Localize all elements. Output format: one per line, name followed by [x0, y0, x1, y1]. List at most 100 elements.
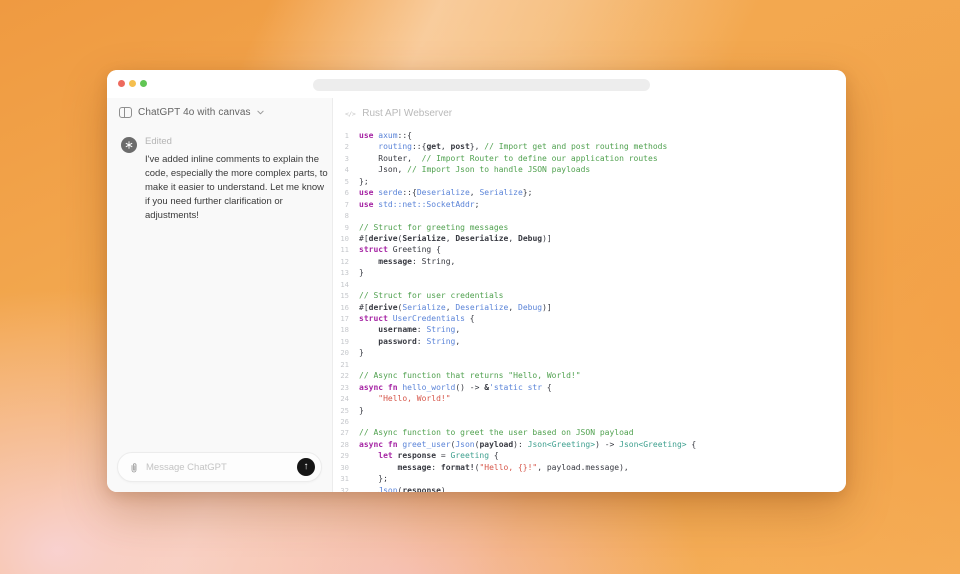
code-line: 22// Async function that returns "Hello,…	[333, 370, 846, 381]
line-number: 26	[333, 416, 359, 427]
code-line: 1use axum::{	[333, 130, 846, 141]
line-number: 21	[333, 359, 359, 370]
sidebar-toggle-icon[interactable]	[119, 107, 132, 118]
line-number: 18	[333, 324, 359, 335]
code-line: 6use serde::{Deserialize, Serialize};	[333, 187, 846, 198]
zoom-button[interactable]	[140, 80, 147, 87]
line-number: 16	[333, 302, 359, 313]
code-text: let response = Greeting {	[359, 450, 499, 461]
code-text: };	[359, 473, 388, 484]
code-text: // Async function to greet the user base…	[359, 427, 634, 438]
title-bar[interactable]	[107, 70, 846, 98]
code-line: 15// Struct for user credentials	[333, 290, 846, 301]
arrow-up-icon: ↑	[304, 462, 309, 472]
line-number: 4	[333, 164, 359, 175]
app-window: ChatGPT 4o with canvas Edi	[107, 70, 846, 492]
line-number: 11	[333, 244, 359, 255]
code-line: 21	[333, 359, 846, 370]
chatgpt-logo-icon	[121, 137, 137, 153]
code-text: }	[359, 347, 364, 358]
code-line: 2 routing::{get, post}, // Import get an…	[333, 141, 846, 152]
code-line: 28async fn greet_user(Json(payload): Jso…	[333, 439, 846, 450]
code-line: 3 Router, // Import Router to define our…	[333, 153, 846, 164]
code-text: Json, // Import Json to handle JSON payl…	[359, 164, 590, 175]
code-text: Json(response)	[359, 485, 446, 492]
chat-sidebar: ChatGPT 4o with canvas Edi	[107, 98, 333, 492]
code-text: #[derive(Serialize, Deserialize, Debug)]	[359, 233, 552, 244]
code-text: username: String,	[359, 324, 460, 335]
message-status: Edited	[145, 136, 329, 147]
minimize-button[interactable]	[129, 80, 136, 87]
model-selector[interactable]: ChatGPT 4o with canvas	[107, 98, 332, 124]
code-line: 17struct UserCredentials {	[333, 313, 846, 324]
line-number: 23	[333, 382, 359, 393]
attachment-paperclip-icon[interactable]	[128, 461, 140, 473]
code-icon: </>	[345, 110, 355, 118]
code-line: 7use std::net::SocketAddr;	[333, 199, 846, 210]
line-number: 9	[333, 222, 359, 233]
code-line: 16#[derive(Serialize, Deserialize, Debug…	[333, 302, 846, 313]
line-number: 6	[333, 187, 359, 198]
code-line: 26	[333, 416, 846, 427]
code-line: 23async fn hello_world() -> &'static str…	[333, 382, 846, 393]
code-text: #[derive(Serialize, Deserialize, Debug)]	[359, 302, 552, 313]
code-line: 8	[333, 210, 846, 221]
code-line: 27// Async function to greet the user ba…	[333, 427, 846, 438]
code-line: 29 let response = Greeting {	[333, 450, 846, 461]
code-text: }	[359, 405, 364, 416]
code-line: 30 message: format!("Hello, {}!", payloa…	[333, 462, 846, 473]
line-number: 13	[333, 267, 359, 278]
assistant-message: Edited I've added inline comments to exp…	[107, 124, 332, 223]
code-text: Router, // Import Router to define our a…	[359, 153, 658, 164]
message-composer[interactable]: Message ChatGPT ↑	[117, 452, 322, 482]
line-number: 22	[333, 370, 359, 381]
code-line: 24 "Hello, World!"	[333, 393, 846, 404]
code-line: 20}	[333, 347, 846, 358]
code-line: 32 Json(response)	[333, 485, 846, 492]
code-text: use serde::{Deserialize, Serialize};	[359, 187, 532, 198]
line-number: 30	[333, 462, 359, 473]
code-text: password: String,	[359, 336, 460, 347]
canvas-title: Rust API Webserver	[362, 108, 452, 119]
close-button[interactable]	[118, 80, 125, 87]
code-text: message: String,	[359, 256, 455, 267]
line-number: 24	[333, 393, 359, 404]
line-number: 3	[333, 153, 359, 164]
code-editor[interactable]: 1use axum::{2 routing::{get, post}, // I…	[333, 123, 846, 492]
line-number: 31	[333, 473, 359, 484]
send-button[interactable]: ↑	[297, 458, 315, 476]
line-number: 28	[333, 439, 359, 450]
line-number: 19	[333, 336, 359, 347]
line-number: 15	[333, 290, 359, 301]
code-line: 4 Json, // Import Json to handle JSON pa…	[333, 164, 846, 175]
line-number: 8	[333, 210, 359, 221]
line-number: 12	[333, 256, 359, 267]
line-number: 2	[333, 141, 359, 152]
code-text: // Struct for user credentials	[359, 290, 504, 301]
code-text: async fn greet_user(Json(payload): Json<…	[359, 439, 696, 450]
window-content: ChatGPT 4o with canvas Edi	[107, 98, 846, 492]
code-line: 14	[333, 279, 846, 290]
code-line: 25}	[333, 405, 846, 416]
code-text: use axum::{	[359, 130, 412, 141]
canvas-panel: </> Rust API Webserver 1use axum::{2 rou…	[333, 98, 846, 492]
code-text: // Async function that returns "Hello, W…	[359, 370, 581, 381]
composer-placeholder[interactable]: Message ChatGPT	[146, 462, 297, 473]
code-line: 11struct Greeting {	[333, 244, 846, 255]
code-line: 12 message: String,	[333, 256, 846, 267]
code-text: struct Greeting {	[359, 244, 441, 255]
code-text: struct UserCredentials {	[359, 313, 475, 324]
code-line: 5};	[333, 176, 846, 187]
line-number: 14	[333, 279, 359, 290]
line-number: 25	[333, 405, 359, 416]
code-text: // Struct for greeting messages	[359, 222, 508, 233]
code-text: };	[359, 176, 369, 187]
line-number: 29	[333, 450, 359, 461]
line-number: 1	[333, 130, 359, 141]
code-text: routing::{get, post}, // Import get and …	[359, 141, 667, 152]
code-line: 13}	[333, 267, 846, 278]
code-line: 9// Struct for greeting messages	[333, 222, 846, 233]
canvas-header: </> Rust API Webserver	[333, 98, 846, 123]
address-bar-pill[interactable]	[313, 79, 650, 91]
code-text: "Hello, World!"	[359, 393, 451, 404]
